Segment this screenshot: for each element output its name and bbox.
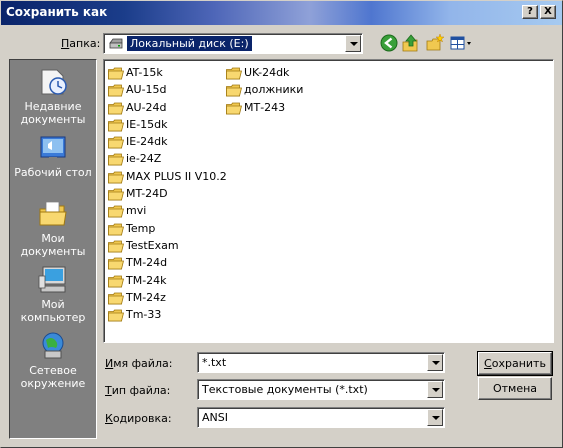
folder-icon xyxy=(108,188,124,201)
place-my-documents[interactable]: Мои документы xyxy=(10,198,96,258)
folder-icon xyxy=(108,119,124,132)
places-bar: Недавние документы Рабочий стол Мои доку… xyxy=(9,59,97,439)
folder-name: TM-24z xyxy=(126,290,166,304)
folder-icon xyxy=(226,67,242,80)
folder-name: AT-15k xyxy=(126,66,163,79)
place-label: Сетевое окружение xyxy=(20,364,86,390)
place-desktop[interactable]: Рабочий стол xyxy=(10,132,96,179)
chevron-down-icon[interactable] xyxy=(345,35,361,52)
folder-name: TestExam xyxy=(126,238,179,252)
save-as-dialog: Сохранить как ? X Папка: Локальный диск … xyxy=(0,0,563,448)
filename-value: *.txt xyxy=(202,356,227,369)
close-icon: X xyxy=(544,6,552,17)
folder-name: TM-24d xyxy=(126,256,168,270)
title-bar[interactable]: Сохранить как ? X xyxy=(1,1,562,25)
local-disk-icon xyxy=(109,38,123,49)
help-button[interactable]: ? xyxy=(522,5,538,19)
folder-location-value: Локальный диск (E:) xyxy=(126,35,253,52)
folder-name: должники xyxy=(244,83,304,97)
chevron-down-icon[interactable] xyxy=(427,381,443,398)
folder-icon xyxy=(108,84,124,97)
place-my-computer[interactable]: Мой компьютер xyxy=(10,264,96,324)
folder-name: IE-24dk xyxy=(126,135,168,149)
recent-documents-icon xyxy=(41,69,67,95)
folder-name: MAX PLUS II V10.2 xyxy=(126,169,227,183)
folder-icon xyxy=(108,102,124,114)
help-icon: ? xyxy=(527,6,533,17)
folder-icon xyxy=(108,292,124,305)
file-list[interactable]: AT-15k AU-15d AU-24d IE-15dk IE-24dk ie-24Z MA… xyxy=(103,59,554,343)
folder-icon xyxy=(108,240,124,253)
folder-icon xyxy=(108,275,124,287)
my-computer-icon xyxy=(38,266,66,293)
chevron-down-icon[interactable] xyxy=(427,409,443,426)
network-places-icon xyxy=(42,332,64,359)
folder-icon xyxy=(108,257,124,270)
folder-icon xyxy=(108,205,124,218)
folder-icon xyxy=(108,154,124,166)
filename-label: Имя файла: xyxy=(105,357,173,370)
encoding-label: Кодировка: xyxy=(105,412,172,425)
folder-name: TM-24k xyxy=(126,273,167,287)
place-label: Рабочий стол xyxy=(14,166,92,179)
folder-icon xyxy=(108,309,124,322)
save-button[interactable]: Сохранить xyxy=(477,351,553,376)
folder-icon xyxy=(226,102,242,114)
new-folder-icon[interactable] xyxy=(425,33,445,53)
folder-icon xyxy=(226,84,242,97)
folder-name: mvi xyxy=(126,204,147,218)
filetype-select[interactable]: Текстовые документы (*.txt) xyxy=(197,379,445,400)
folder-label: Папка: xyxy=(61,37,101,50)
filename-input[interactable]: *.txt xyxy=(197,352,445,373)
folder-name: Tm-33 xyxy=(126,308,162,322)
folder-icon xyxy=(108,223,124,236)
folder-name: ie-24Z xyxy=(126,152,162,166)
folder-name: UK-24dk xyxy=(244,66,290,79)
folder-icon xyxy=(108,171,124,184)
encoding-select[interactable]: ANSI xyxy=(197,407,445,428)
place-network[interactable]: Сетевое окружение xyxy=(10,330,96,390)
place-label: Недавние документы xyxy=(20,100,86,126)
cancel-button[interactable]: Отмена xyxy=(478,377,552,400)
filetype-value: Текстовые документы (*.txt) xyxy=(202,383,368,396)
back-arrow-icon[interactable] xyxy=(379,33,399,53)
folder-name: AU-15d xyxy=(126,83,167,97)
place-recent-documents[interactable]: Недавние документы xyxy=(10,66,96,126)
place-label: Мои документы xyxy=(20,232,86,258)
folder-location-combo[interactable]: Локальный диск (E:) xyxy=(103,33,363,54)
desktop-icon xyxy=(40,136,66,160)
my-documents-icon xyxy=(39,201,67,226)
folder-name: IE-15dk xyxy=(126,117,168,131)
encoding-value: ANSI xyxy=(202,411,228,424)
close-button[interactable]: X xyxy=(540,5,556,19)
up-folder-icon[interactable] xyxy=(401,33,421,53)
chevron-down-icon[interactable] xyxy=(427,354,443,371)
folder-name: МТ-243 xyxy=(244,100,286,114)
folder-icon xyxy=(108,67,124,80)
folder-name: Temp xyxy=(126,221,156,235)
window-title: Сохранить как xyxy=(6,5,108,19)
filetype-label: Тип файла: xyxy=(105,384,171,397)
folder-name: MT-24D xyxy=(126,187,168,201)
view-menu-icon[interactable] xyxy=(449,33,473,53)
folder-name: AU-24d xyxy=(126,100,167,114)
place-label: Мой компьютер xyxy=(20,298,86,324)
folder-icon xyxy=(108,136,124,149)
